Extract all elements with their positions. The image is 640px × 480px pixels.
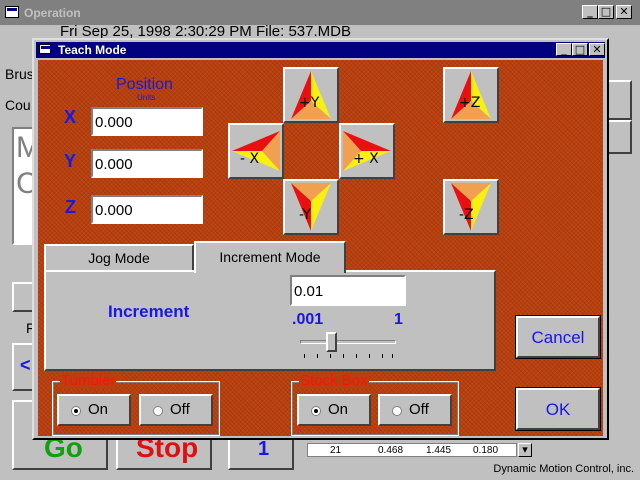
stock-box-label: Stock Box: [299, 372, 369, 389]
jog-plus-x-button[interactable]: + X: [339, 123, 395, 179]
axis-x-label: X: [64, 107, 77, 127]
tumbler-off-button[interactable]: Off: [139, 394, 213, 426]
stock-box-off-label: Off: [409, 401, 429, 418]
tumbler-on-button[interactable]: On: [57, 394, 131, 426]
radio-selected-icon: [71, 406, 81, 416]
jog-plus-y-button[interactable]: +Y: [283, 67, 339, 123]
dialog-minimize-icon[interactable]: _: [556, 43, 572, 56]
radio-unselected-icon: [153, 406, 163, 416]
window-menu-icon[interactable]: [5, 6, 19, 18]
minimize-icon[interactable]: _: [582, 5, 598, 19]
tab-jog-mode[interactable]: Jog Mode: [44, 244, 194, 270]
jog-plus-y-label: +Y: [299, 95, 320, 111]
tumbler-on-label: On: [88, 401, 109, 418]
radio-selected-icon: [311, 406, 321, 416]
operation-title-bar: Operation _ □ ✕: [0, 0, 640, 25]
slider-tick: [356, 354, 357, 358]
position-title: Position: [116, 76, 173, 93]
jog-minus-x-button[interactable]: - X: [228, 123, 284, 179]
slider-tick: [382, 354, 383, 358]
dialog-close-icon[interactable]: ✕: [589, 43, 605, 56]
position-y-field[interactable]: 0.000: [91, 149, 203, 178]
grid-cell: 1.445: [426, 445, 452, 456]
increment-field[interactable]: 0.01: [290, 275, 406, 306]
footer-company: Dynamic Motion Control, inc.: [493, 463, 634, 475]
slider-tick: [343, 354, 344, 358]
jog-minus-y-label: -Y: [299, 207, 311, 223]
right-button-2[interactable]: [606, 120, 632, 154]
brush-label: Brus: [5, 66, 34, 82]
jog-minus-z-label: -Z: [459, 207, 474, 223]
arrow-down-icon: [291, 183, 331, 231]
axis-y-label: Y: [64, 151, 77, 171]
dialog-title-bar: Teach Mode _ □ ✕: [36, 42, 605, 58]
tab-increment-mode[interactable]: Increment Mode: [194, 241, 346, 273]
maximize-icon[interactable]: □: [598, 5, 614, 19]
cancel-button[interactable]: Cancel: [515, 315, 601, 359]
slider-tick: [369, 354, 370, 358]
slider-max-label: 1: [394, 311, 403, 328]
increment-slider-track[interactable]: [300, 340, 396, 344]
jog-plus-z-label: +Z: [459, 95, 481, 111]
right-top-button[interactable]: [606, 80, 632, 120]
slider-tick: [304, 354, 305, 358]
table-row: 21 0.468 1.445 0.180: [307, 443, 517, 457]
slider-tick: [317, 354, 318, 358]
dropdown-arrow-icon[interactable]: ▾: [518, 443, 532, 457]
dialog-menu-icon[interactable]: [39, 44, 51, 54]
grid-cell: 0.468: [378, 445, 404, 456]
jog-plus-z-button[interactable]: +Z: [443, 67, 499, 123]
slider-tick: [330, 354, 331, 358]
position-x-field[interactable]: 0.000: [91, 107, 203, 136]
position-z-field[interactable]: 0.000: [91, 195, 203, 224]
jog-plus-x-label: + X: [353, 151, 379, 167]
operation-title: Operation: [24, 6, 81, 20]
stock-box-on-label: On: [328, 401, 349, 418]
count-label: Cou: [5, 97, 31, 113]
increment-label: Increment: [108, 302, 190, 321]
increment-slider-thumb[interactable]: [326, 332, 337, 352]
ok-button[interactable]: OK: [515, 387, 601, 431]
stock-box-on-button[interactable]: On: [297, 394, 371, 426]
axis-z-label: Z: [65, 197, 76, 217]
grid-cell: 0.180: [473, 445, 499, 456]
slider-tick: [392, 354, 393, 358]
number-label: 1: [258, 438, 270, 460]
stock-box-off-button[interactable]: Off: [378, 394, 452, 426]
dialog-maximize-icon[interactable]: □: [572, 43, 588, 56]
slider-min-label: .001: [292, 311, 324, 328]
tumbler-off-label: Off: [170, 401, 190, 418]
dialog-title: Teach Mode: [58, 43, 127, 57]
close-icon[interactable]: ✕: [616, 5, 632, 19]
arrow-left-icon: <: [20, 355, 31, 375]
radio-unselected-icon: [392, 406, 402, 416]
tumbler-label: Tumbler: [60, 372, 117, 389]
position-units: Units: [137, 93, 156, 102]
grid-cell: 21: [330, 445, 342, 456]
jog-minus-z-button[interactable]: -Z: [443, 179, 499, 235]
jog-minus-y-button[interactable]: -Y: [283, 179, 339, 235]
jog-minus-x-label: - X: [240, 151, 260, 167]
